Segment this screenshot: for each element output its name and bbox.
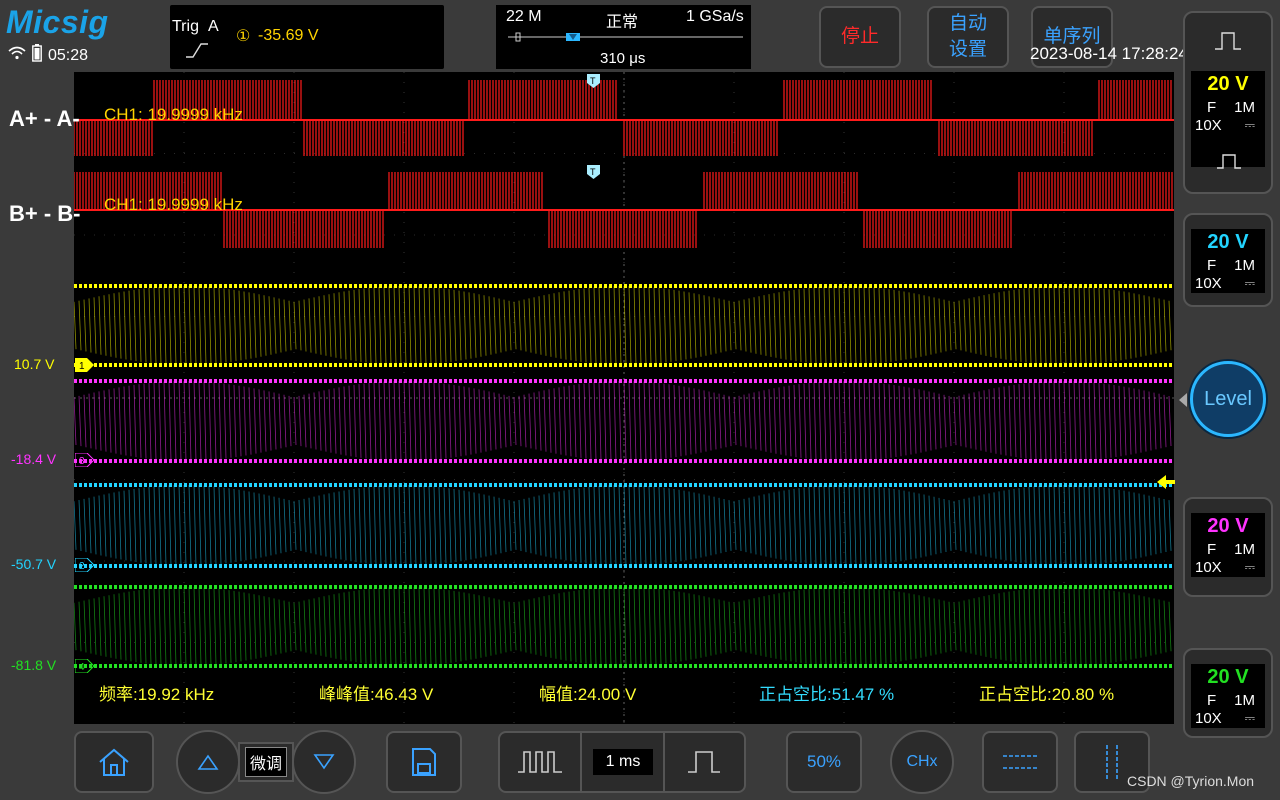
ch2-impedance: 1M — [1234, 257, 1255, 274]
level-knob-button[interactable]: Level — [1190, 361, 1266, 437]
ch2-marker-num: 2 — [79, 561, 85, 572]
dc-coupling-icon: ⎓ — [1244, 710, 1255, 725]
ch4-offset: -81.8 V — [11, 657, 57, 673]
memory-position-bar[interactable] — [508, 30, 743, 49]
trigger-level-value: -35.69 V — [258, 27, 319, 44]
sample-rate: 1 GSa/s — [686, 8, 744, 25]
trigger-position-marker[interactable]: T — [587, 74, 600, 93]
horizontal-cursor-icon — [1003, 755, 1037, 769]
ch3-marker[interactable]: 3 — [74, 452, 95, 472]
ch2-offset: -50.7 V — [11, 556, 57, 572]
ch4-coupling: F — [1207, 692, 1217, 709]
ch1-marker[interactable]: 1 — [75, 358, 95, 377]
divider — [663, 731, 665, 793]
svg-text:T: T — [590, 167, 596, 177]
stop-button[interactable]: 停止 — [819, 6, 901, 68]
measure-frequency[interactable]: 频率:19.92 kHz — [99, 680, 214, 705]
increment-button[interactable] — [176, 730, 240, 794]
date-time: 2023-08-14 17:28:24 — [1030, 44, 1188, 63]
freq-readout-a: CH1: 19.9999 kHz — [104, 105, 243, 124]
horizontal-position: 310 μs — [600, 50, 646, 67]
trigger-position-marker-2[interactable]: T — [587, 165, 600, 184]
pulse-icon — [1215, 31, 1241, 56]
measure-duty-cycle-2[interactable]: 正占空比:20.80 % — [979, 680, 1114, 705]
dc-coupling-icon: ⎓ — [1244, 117, 1255, 132]
measure-duty-cycle-1[interactable]: 正占空比:51.47 % — [759, 680, 894, 705]
measure-amplitude[interactable]: 幅值:24.00 V — [539, 680, 636, 705]
stop-label: 停止 — [840, 26, 879, 47]
ch2-coupling: F — [1207, 257, 1217, 274]
home-button[interactable] — [74, 731, 154, 793]
auto-label-1: 自动 — [948, 13, 987, 34]
divider — [580, 731, 582, 793]
ch2-marker[interactable]: 2 — [74, 557, 95, 577]
svg-text:T: T — [590, 76, 596, 86]
fine-adjust-label: 微调 — [244, 747, 287, 777]
ch3-volts: 20 V — [1207, 515, 1249, 537]
clock-time: 05:28 — [48, 46, 89, 64]
trigger-level-arrow[interactable] — [1157, 475, 1175, 494]
ch1-marker-num: 1 — [79, 361, 85, 372]
channel-panel-4[interactable]: 20 V F 1M 10X ⎓ — [1183, 648, 1273, 738]
dc-coupling-icon: ⎓ — [1244, 559, 1255, 574]
horizontal-cursor-button[interactable] — [982, 731, 1058, 793]
waveform-display[interactable] — [73, 72, 1174, 724]
trigger-label: Trig — [172, 18, 199, 35]
auto-setup-button[interactable]: 自动 设置 — [927, 6, 1009, 68]
decrement-button[interactable] — [292, 730, 356, 794]
wifi-icon — [8, 46, 26, 65]
timebase-value: 1 ms — [593, 749, 653, 775]
ch3-impedance: 1M — [1234, 541, 1255, 558]
channel-panel-2[interactable]: 20 V F 1M 10X ⎓ — [1183, 213, 1273, 307]
ch4-probe: 10X — [1195, 710, 1222, 727]
timebase-zoom-in-icon[interactable] — [688, 748, 720, 781]
ch3-offset: -18.4 V — [11, 451, 57, 467]
freq-readout-b: CH1: 19.9999 kHz — [104, 195, 243, 214]
fine-adjust-toggle[interactable]: 微调 — [238, 742, 294, 782]
ch3-marker-num: 3 — [79, 456, 85, 467]
ref-label-b: B+ - B- — [9, 201, 81, 226]
rising-edge-icon — [186, 42, 208, 63]
channel-panel-3[interactable]: 20 V F 1M 10X ⎓ — [1183, 497, 1273, 597]
trigger-channel-badge: ① — [236, 28, 251, 45]
status-bar: 05:28 — [8, 44, 88, 67]
watermark: CSDN @Tyrion.Mon — [1127, 773, 1255, 789]
ch4-marker-num: 4 — [79, 662, 85, 673]
arrow-up-icon — [197, 754, 219, 770]
ch3-probe: 10X — [1195, 559, 1222, 576]
timebase-zoom-out-icon[interactable] — [518, 748, 562, 781]
ref-label-a: A+ - A- — [9, 106, 80, 131]
home-icon — [99, 748, 129, 776]
acquire-mode: 正常 — [606, 14, 639, 31]
ch4-volts: 20 V — [1207, 666, 1249, 688]
ch1-coupling: F — [1207, 99, 1217, 116]
brand-logo: Micsig — [6, 4, 109, 40]
arrow-down-icon — [313, 754, 335, 770]
channel-select-button[interactable]: CHx — [890, 730, 954, 794]
trigger-source: A — [208, 18, 219, 35]
ch1-offset: 10.7 V — [14, 356, 55, 372]
ch2-volts: 20 V — [1207, 231, 1249, 253]
fifty-percent-button[interactable]: 50% — [786, 731, 862, 793]
pulse-icon-small — [1217, 153, 1241, 174]
dc-coupling-icon: ⎓ — [1244, 275, 1255, 290]
ch4-impedance: 1M — [1234, 692, 1255, 709]
save-button[interactable] — [386, 731, 462, 793]
battery-icon — [32, 44, 42, 67]
ch2-probe: 10X — [1195, 275, 1222, 292]
measure-peak-to-peak[interactable]: 峰峰值:46.43 V — [319, 680, 433, 705]
ch1-impedance: 1M — [1234, 99, 1255, 116]
vertical-cursor-icon — [1106, 745, 1118, 779]
ch4-marker[interactable]: 4 — [74, 658, 95, 678]
ch1-volts: 20 V — [1207, 73, 1249, 95]
memory-depth: 22 M — [506, 8, 542, 25]
channel-panel-1[interactable]: 20 V F 1M 10X ⎓ — [1183, 11, 1273, 194]
waveform-canvas — [73, 72, 1174, 724]
ch3-coupling: F — [1207, 541, 1217, 558]
auto-label-2: 设置 — [948, 39, 987, 60]
panel-collapse-arrow[interactable] — [1179, 393, 1187, 412]
ch1-probe: 10X — [1195, 117, 1222, 134]
save-icon — [412, 748, 436, 776]
